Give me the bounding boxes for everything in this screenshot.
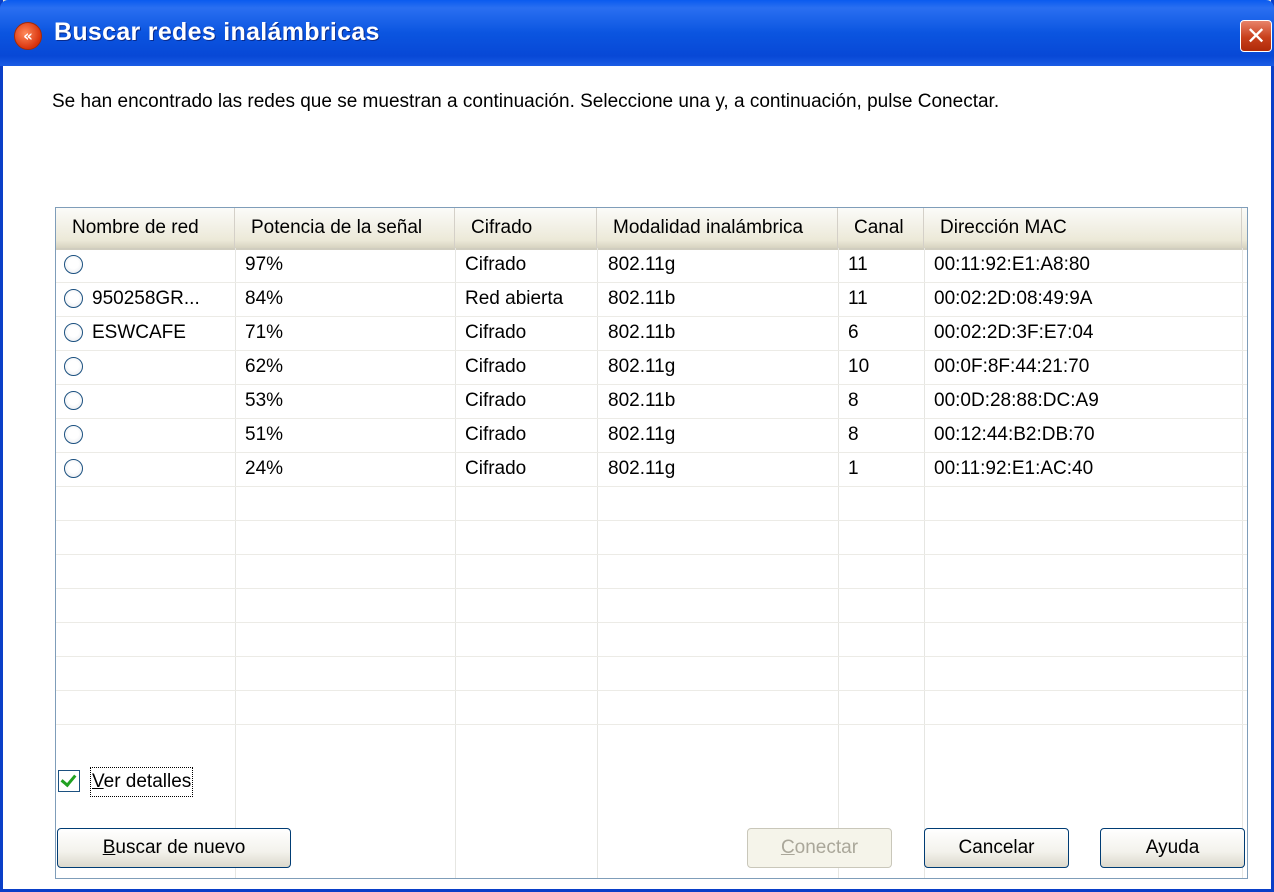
column-header-mode[interactable]: Modalidad inalámbrica	[597, 208, 838, 248]
column-header-mac[interactable]: Dirección MAC	[924, 208, 1242, 248]
network-name-cell: ESWCAFE	[92, 322, 186, 343]
mode-cell: 802.11b	[608, 390, 676, 411]
wireless-app-icon: «	[14, 22, 42, 50]
channel-cell: 11	[848, 254, 868, 275]
network-radio[interactable]	[64, 289, 83, 308]
encryption-cell: Cifrado	[465, 356, 527, 377]
channel-cell: 1	[848, 458, 859, 479]
window-title: Buscar redes inalámbricas	[54, 18, 380, 46]
signal-cell: 51%	[245, 424, 284, 445]
signal-cell: 84%	[245, 288, 284, 309]
details-checkbox[interactable]	[58, 770, 80, 792]
mode-cell: 802.11g	[608, 424, 676, 445]
list-header: Nombre de red Potencia de la señal Cifra…	[56, 208, 1247, 250]
network-name-cell: 950258GR...	[92, 288, 200, 309]
column-header-channel[interactable]: Canal	[838, 208, 924, 248]
column-header-network-name[interactable]: Nombre de red	[56, 208, 235, 248]
empty-row	[56, 554, 1247, 589]
mac-cell: 00:02:2D:3F:E7:04	[934, 322, 1094, 343]
table-row[interactable]: 53% Cifrado 802.11b 8 00:0D:28:88:DC:A9	[56, 384, 1247, 419]
mac-cell: 00:0D:28:88:DC:A9	[934, 390, 1099, 411]
details-checkbox-label[interactable]: Ver detalles	[90, 767, 194, 797]
connect-button[interactable]: Conectar	[747, 828, 892, 868]
empty-row	[56, 656, 1247, 691]
network-radio[interactable]	[64, 391, 83, 410]
encryption-cell: Cifrado	[465, 322, 527, 343]
signal-cell: 53%	[245, 390, 284, 411]
cancel-button[interactable]: Cancelar	[924, 828, 1069, 868]
empty-row	[56, 520, 1247, 555]
table-row[interactable]: 24% Cifrado 802.11g 1 00:11:92:E1:AC:40	[56, 452, 1247, 487]
mode-cell: 802.11g	[608, 356, 676, 377]
signal-cell: 62%	[245, 356, 284, 377]
encryption-cell: Cifrado	[465, 390, 527, 411]
mac-cell: 00:11:92:E1:AC:40	[934, 458, 1094, 479]
signal-cell: 24%	[245, 458, 284, 479]
empty-row	[56, 588, 1247, 623]
channel-cell: 8	[848, 390, 859, 411]
channel-cell: 6	[848, 322, 859, 343]
mac-cell: 00:12:44:B2:DB:70	[934, 424, 1095, 445]
check-mark-icon	[60, 770, 77, 788]
table-row[interactable]: 97% Cifrado 802.11g 11 00:11:92:E1:A8:80	[56, 248, 1247, 283]
network-list[interactable]: Nombre de red Potencia de la señal Cifra…	[55, 207, 1248, 879]
empty-row	[56, 486, 1247, 521]
signal-cell: 97%	[245, 254, 284, 275]
mode-cell: 802.11g	[608, 458, 676, 479]
empty-row	[56, 622, 1247, 657]
network-radio[interactable]	[64, 357, 83, 376]
help-button[interactable]: Ayuda	[1100, 828, 1245, 868]
table-row[interactable]: ESWCAFE 71% Cifrado 802.11b 6 00:02:2D:3F:E7:…	[56, 316, 1247, 351]
close-button[interactable]: ✕	[1240, 20, 1272, 52]
mac-cell: 00:02:2D:08:49:9A	[934, 288, 1093, 309]
encryption-cell: Cifrado	[465, 458, 527, 479]
mac-cell: 00:0F:8F:44:21:70	[934, 356, 1090, 377]
instruction-text: Se han encontrado las redes que se muest…	[52, 91, 1000, 112]
network-radio[interactable]	[64, 425, 83, 444]
table-row[interactable]: 62% Cifrado 802.11g 10 00:0F:8F:44:21:70	[56, 350, 1247, 385]
channel-cell: 11	[848, 288, 868, 309]
dialog-content: Se han encontrado las redes que se muest…	[3, 66, 1271, 889]
mode-cell: 802.11g	[608, 254, 676, 275]
channel-cell: 8	[848, 424, 859, 445]
signal-cell: 71%	[245, 322, 284, 343]
mode-cell: 802.11b	[608, 288, 676, 309]
mode-cell: 802.11b	[608, 322, 676, 343]
mac-cell: 00:11:92:E1:A8:80	[934, 254, 1090, 275]
channel-cell: 10	[848, 356, 870, 377]
table-row[interactable]: 950258GR... 84% Red abierta 802.11b 11 00:02:…	[56, 282, 1247, 317]
title-bar[interactable]: « Buscar redes inalámbricas ✕	[0, 0, 1274, 66]
encryption-cell: Red abierta	[465, 288, 564, 309]
encryption-cell: Cifrado	[465, 424, 527, 445]
column-header-encryption[interactable]: Cifrado	[455, 208, 597, 248]
column-header-signal[interactable]: Potencia de la señal	[235, 208, 455, 248]
network-radio[interactable]	[64, 255, 83, 274]
table-row[interactable]: 51% Cifrado 802.11g 8 00:12:44:B2:DB:70	[56, 418, 1247, 453]
search-again-button[interactable]: Buscar de nuevo	[57, 828, 291, 868]
network-radio[interactable]	[64, 323, 83, 342]
dialog-window: « Buscar redes inalámbricas ✕ Se han enc…	[0, 0, 1274, 892]
encryption-cell: Cifrado	[465, 254, 527, 275]
empty-row	[56, 690, 1247, 725]
close-icon: ✕	[1245, 22, 1267, 50]
network-radio[interactable]	[64, 459, 83, 478]
